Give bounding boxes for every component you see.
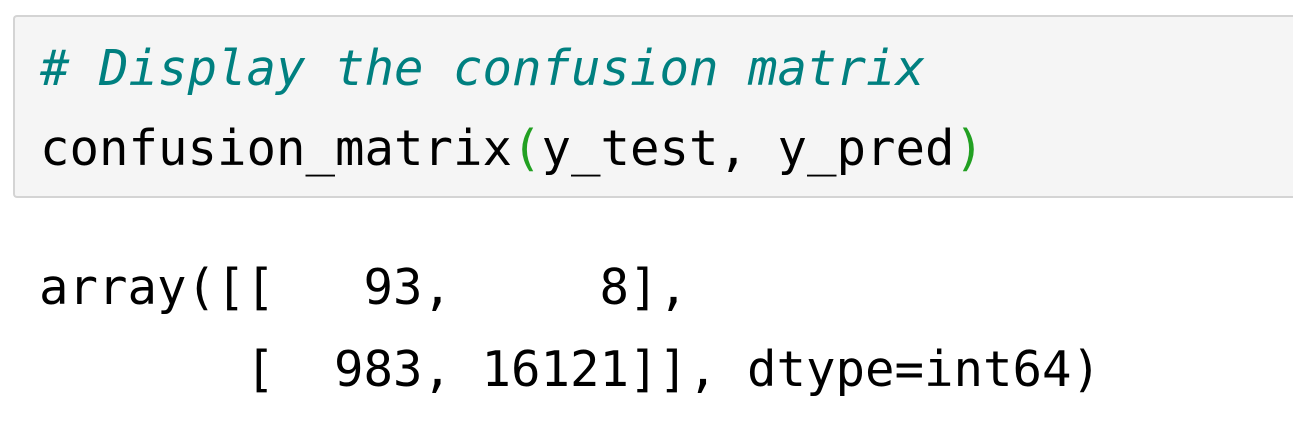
output-line-1: array([[ 93, 8], — [39, 259, 689, 316]
code-input-cell[interactable]: # Display the confusion matrix confusion… — [13, 15, 1293, 198]
close-paren: ) — [954, 120, 985, 177]
function-args: y_test, y_pred — [541, 120, 955, 177]
output-cell: array([[ 93, 8], [ 983, 16121]], dtype=i… — [13, 210, 1293, 410]
code-statement: confusion_matrix(y_test, y_pred) — [40, 124, 984, 173]
output-text: array([[ 93, 8], [ 983, 16121]], dtype=i… — [39, 247, 1101, 411]
output-line-2: [ 983, 16121]], dtype=int64) — [39, 341, 1102, 398]
function-name: confusion_matrix — [40, 120, 513, 177]
code-comment: # Display the confusion matrix — [40, 40, 926, 97]
open-paren: ( — [512, 120, 542, 177]
notebook: # Display the confusion matrix confusion… — [0, 0, 1293, 427]
